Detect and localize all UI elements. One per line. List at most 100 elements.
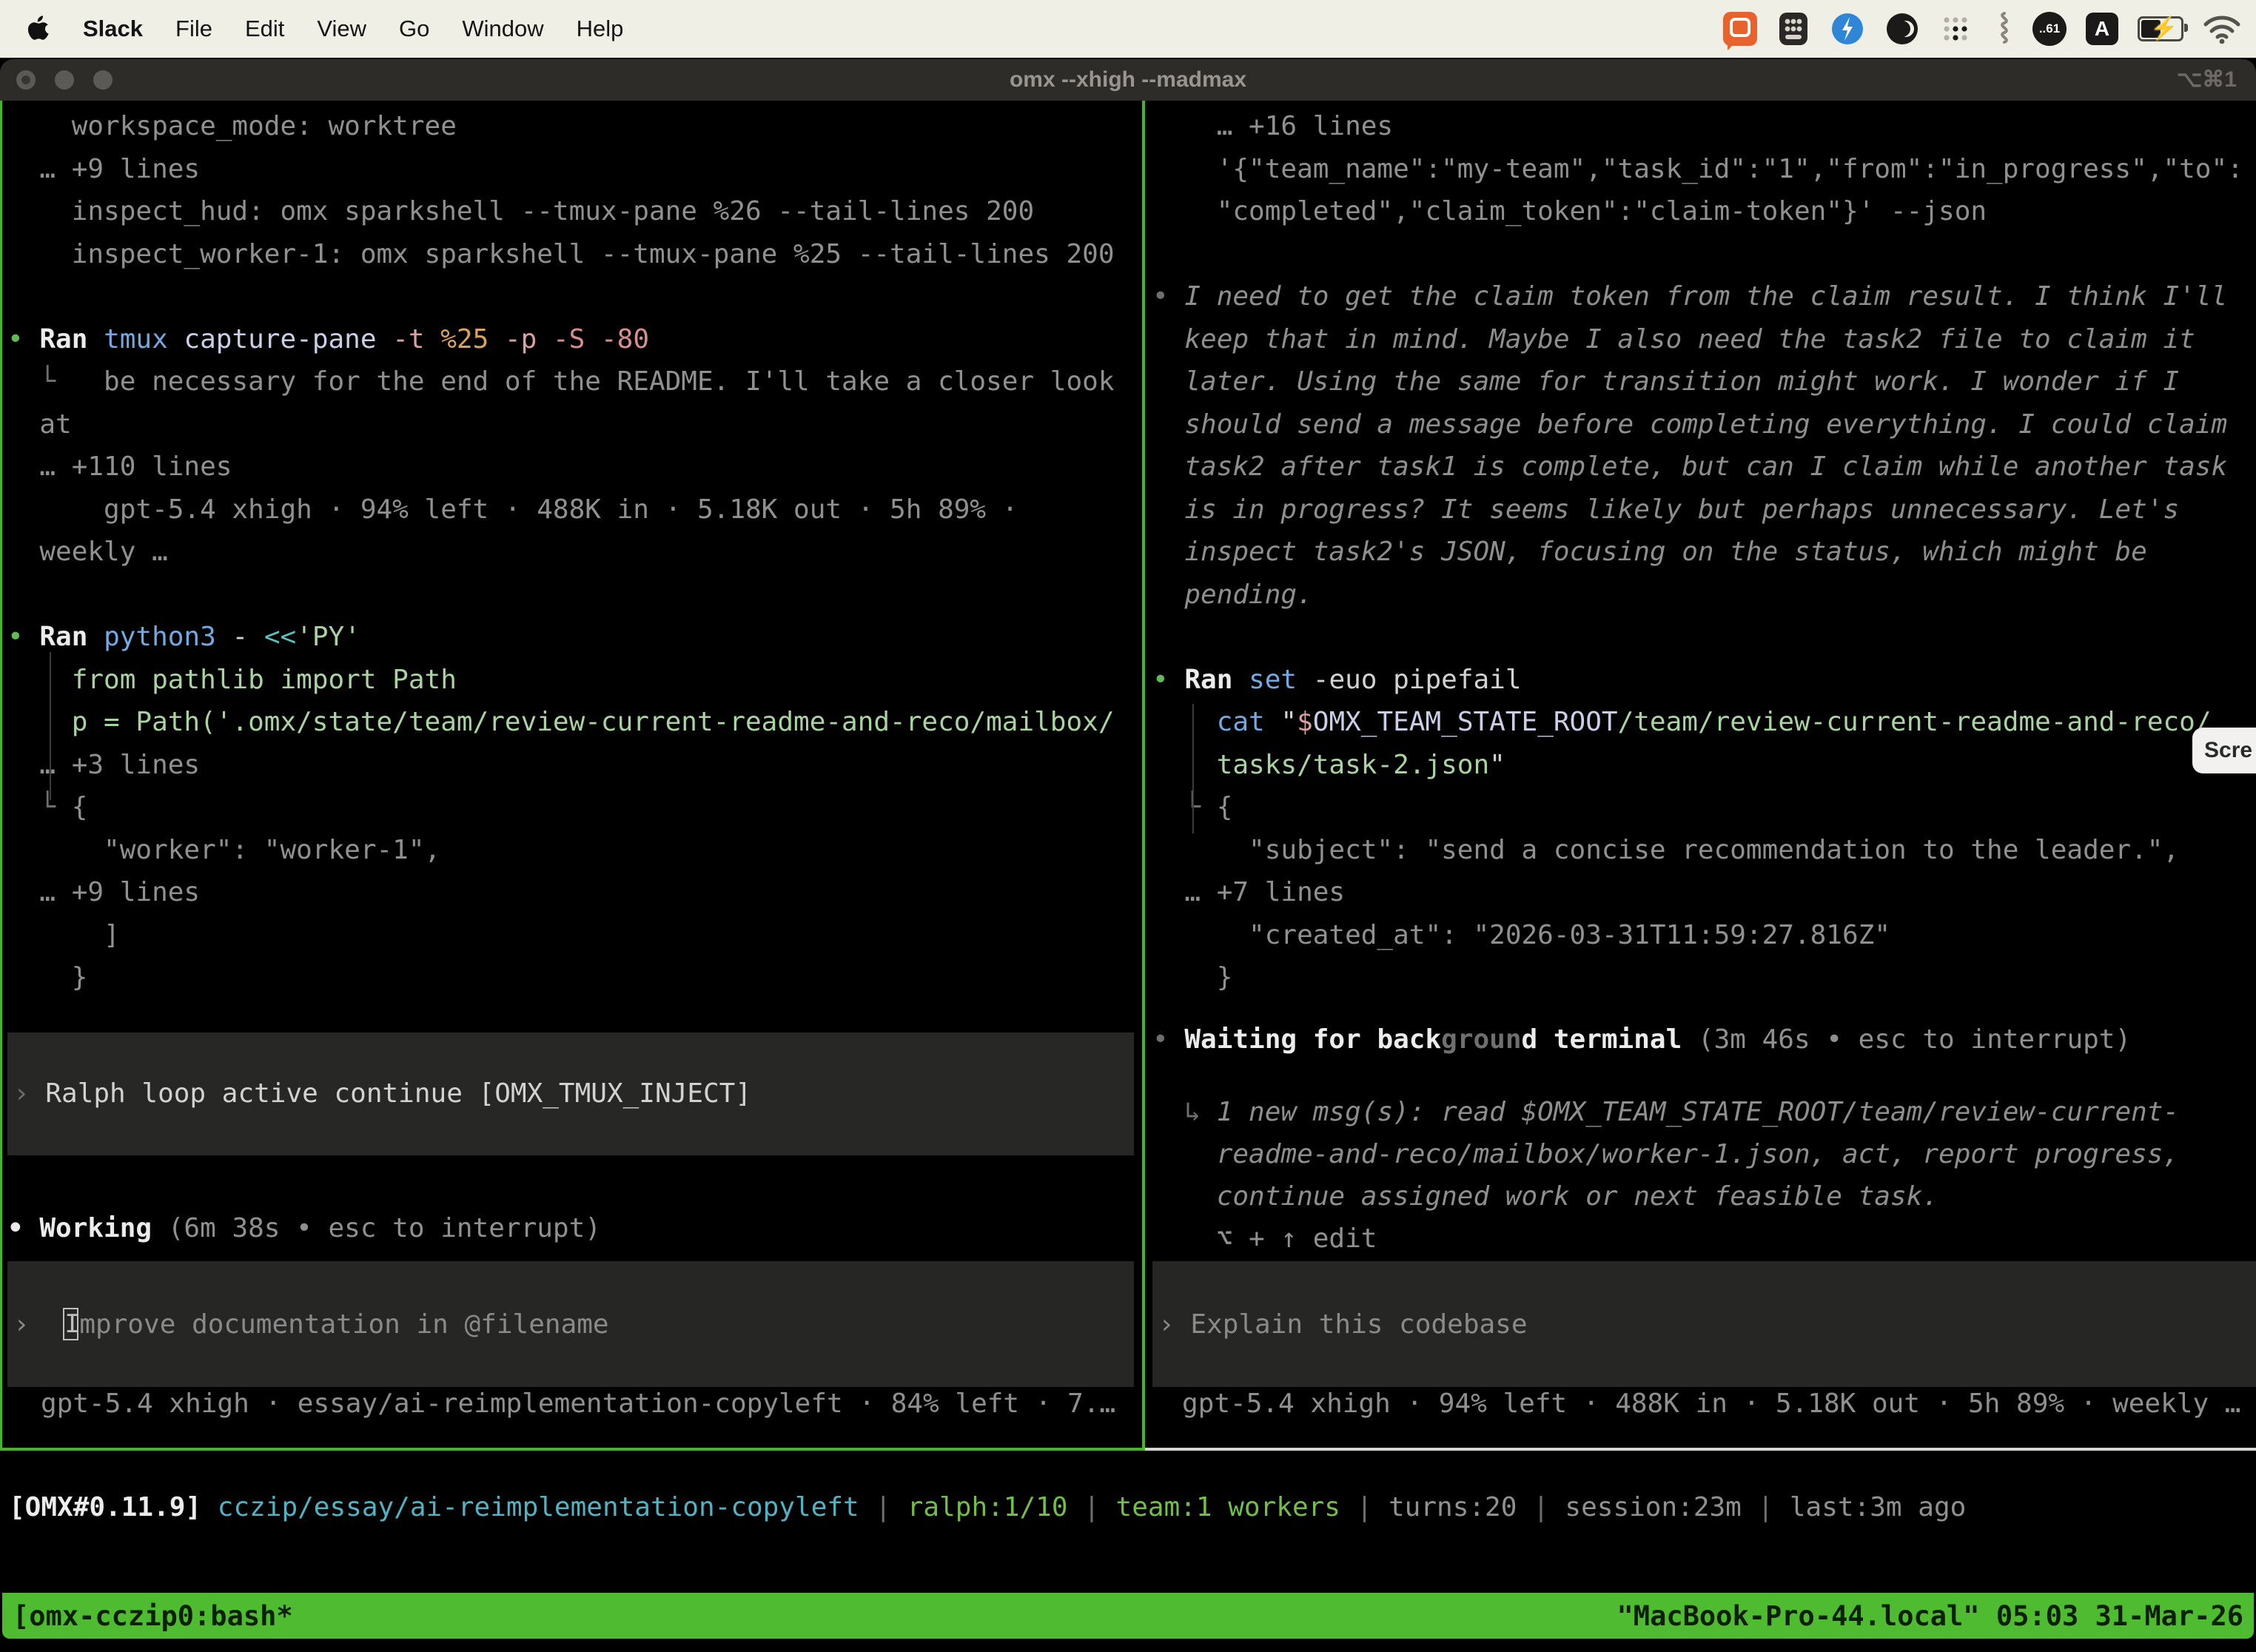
- pane-border-left: [0, 101, 2, 1448]
- code-block-guide: [50, 652, 51, 800]
- terminal-line: • Working (6m 38s • esc to interrupt): [7, 1207, 601, 1249]
- text-segment: -euo pipefail: [1297, 665, 1521, 695]
- terminal-line: at: [7, 403, 1142, 446]
- terminal-line: … +7 lines: [1152, 871, 2256, 914]
- terminal-line: "completed","claim_token":"claim-token"}…: [1152, 190, 2256, 233]
- terminal-line: … +9 lines: [7, 871, 1142, 914]
- terminal-line: › Ralph loop active continue [OMX_TMUX_I…: [13, 1072, 751, 1115]
- screen-share-icon[interactable]: [1723, 12, 1757, 46]
- terminal-line: inspect_hud: omx sparkshell --tmux-pane …: [7, 190, 1142, 233]
- menu-item-slack[interactable]: Slack: [83, 16, 143, 42]
- pie-timer-icon[interactable]: [1884, 11, 1920, 47]
- terminal-line: from pathlib import Path: [7, 659, 1142, 702]
- menu-item-go[interactable]: Go: [399, 16, 429, 42]
- title-bar: omx --xhigh --madmax ⌥⌘1: [0, 59, 2256, 101]
- terminal-line: should send a message before completing …: [1152, 403, 2256, 446]
- keypad-icon[interactable]: [1776, 11, 1810, 47]
- text-segment: ralph:1/10: [907, 1492, 1068, 1522]
- text-segment: … +7 lines: [1152, 877, 1345, 907]
- text-segment: tasks/task-2.json: [1152, 750, 1489, 780]
- code-block-guide: [1192, 704, 1194, 833]
- grid-dots-icon[interactable]: [1939, 13, 1972, 45]
- terminal-line: ]: [7, 914, 1142, 957]
- text-segment: … +9 lines: [7, 877, 200, 907]
- menu-item-edit[interactable]: Edit: [245, 16, 284, 42]
- terminal-line: └ {: [1152, 786, 2256, 829]
- text-segment: inspect_worker-1: omx sparkshell --tmux-…: [7, 239, 1115, 269]
- terminal-line: • I need to get the claim token from the…: [1152, 275, 2256, 318]
- terminal-line: [1152, 616, 2256, 659]
- text-segment: be necessary for the end of the README. …: [104, 366, 1114, 397]
- text-segment: gpt-5.4 xhigh · 94% left · 488K in · 5.1…: [7, 494, 1018, 525]
- timer-badge-icon[interactable]: ..61: [2032, 12, 2067, 46]
- terminal-line: ↳ 1 new msg(s): read $OMX_TEAM_STATE_ROO…: [1152, 1091, 2179, 1133]
- wifi-icon[interactable]: [2203, 14, 2241, 44]
- text-segment: <<: [248, 622, 296, 652]
- text-segment: Ralph loop active continue [OMX_TMUX_INJ…: [45, 1078, 751, 1109]
- tmux-session-window[interactable]: [omx-cczip0:bash*: [13, 1600, 293, 1632]
- text-segment: {: [72, 792, 88, 822]
- text-segment: "subject": "send a concise recommendatio…: [1152, 835, 2179, 865]
- text-segment: "created_at": "2026-03-31T11:59:27.816Z": [1152, 920, 1890, 950]
- menu-item-view[interactable]: View: [317, 16, 366, 42]
- terminal-line: ⌥ + ↑ edit: [1152, 1218, 2179, 1260]
- text-segment: turns:20: [1389, 1492, 1517, 1522]
- menu-item-file[interactable]: File: [175, 16, 212, 42]
- terminal-content: workspace_mode: worktree … +9 lines insp…: [0, 101, 2256, 1652]
- text-segment: }: [7, 962, 87, 993]
- screen-tooltip: Scre: [2192, 728, 2256, 773]
- a-app-icon[interactable]: A: [2086, 13, 2118, 45]
- text-segment: capture-pane: [168, 324, 377, 355]
- minimize-button[interactable]: [55, 70, 74, 90]
- prompt-input-left[interactable]: › Improve documentation in @filename: [7, 1261, 1134, 1387]
- text-segment: •: [1152, 281, 1184, 312]
- pane-left-statusline: gpt-5.4 xhigh · essay/ai-reimplementatio…: [41, 1389, 1115, 1419]
- menu-item-window[interactable]: Window: [462, 16, 543, 42]
- pane-right-output: … +16 lines '{"team_name":"my-team","tas…: [1145, 101, 2256, 999]
- text-segment: team:1 workers: [1116, 1492, 1340, 1522]
- text-segment: should send a message before completing …: [1152, 409, 2227, 440]
- text-segment: %25: [425, 324, 489, 355]
- battery-charging-icon[interactable]: ⚡: [2138, 16, 2183, 41]
- apple-menu-icon[interactable]: [28, 16, 50, 42]
- text-segment: (3m 46s • esc to interrupt): [1682, 1024, 2131, 1055]
- text-segment: •: [7, 324, 39, 355]
- terminal-line: └ {: [7, 786, 1142, 829]
- text-segment: |: [1517, 1492, 1565, 1522]
- verified-badge-icon[interactable]: [1830, 11, 1865, 47]
- close-button[interactable]: [16, 70, 36, 90]
- pane-divider[interactable]: [1142, 101, 1145, 1448]
- text-segment: • Working: [7, 1213, 152, 1243]
- terminal-line: • Ran tmux capture-pane -t %25 -p -S -80: [7, 318, 1142, 361]
- text-segment: ⌥ + ↑ edit: [1152, 1223, 1377, 1254]
- terminal-line: gpt-5.4 xhigh · 94% left · 488K in · 5.1…: [7, 488, 1142, 531]
- menu-item-help[interactable]: Help: [577, 16, 624, 42]
- prompt-input-right[interactable]: › Explain this codebase: [1152, 1261, 2256, 1387]
- menu-bar: Slack File Edit View Go Window Help ..61 A ⚡: [0, 0, 2256, 58]
- pane-left-output: workspace_mode: worktree … +9 lines insp…: [0, 101, 1142, 999]
- terminal-line: "worker": "worker-1",: [7, 829, 1142, 872]
- terminal-line: is in progress? It seems likely but perh…: [1152, 488, 2256, 531]
- text-segment: [OMX#0.11.9]: [9, 1492, 218, 1522]
- pane-border-bottom-right: [1145, 1448, 2256, 1451]
- text-segment: ↳: [1152, 1097, 1217, 1127]
- zoom-button[interactable]: [93, 70, 113, 90]
- text-segment: 1 new msg(s): read $OMX_TEAM_STATE_ROOT/…: [1217, 1097, 2179, 1127]
- terminal-line: • Ran set -euo pipefail: [1152, 659, 2256, 702]
- menu-left: Slack File Edit View Go Window Help: [15, 16, 623, 42]
- omx-status-line: [OMX#0.11.9] cczip/essay/ai-reimplementa…: [9, 1486, 1966, 1529]
- text-segment: last:3m ago: [1790, 1492, 1966, 1522]
- text-segment: python3: [87, 622, 215, 652]
- text-segment: later. Using the same for transition mig…: [1152, 366, 2179, 397]
- text-segment: from pathlib import Path: [7, 665, 457, 695]
- terminal-line: workspace_mode: worktree: [7, 105, 1142, 148]
- text-segment: Waiting for back: [1184, 1024, 1441, 1055]
- prompt-placeholder: mprove documentation in @filename: [79, 1309, 608, 1340]
- squiggle-icon[interactable]: [1991, 10, 2013, 47]
- text-segment: |: [1068, 1492, 1116, 1522]
- text-segment: -p: [489, 324, 537, 355]
- terminal-line: later. Using the same for transition mig…: [1152, 360, 2256, 403]
- text-cursor: I: [63, 1308, 78, 1340]
- tmux-status-bar: [omx-cczip0:bash* "MacBook-Pro-44.local"…: [2, 1593, 2254, 1639]
- text-segment: … +110 lines: [7, 451, 232, 482]
